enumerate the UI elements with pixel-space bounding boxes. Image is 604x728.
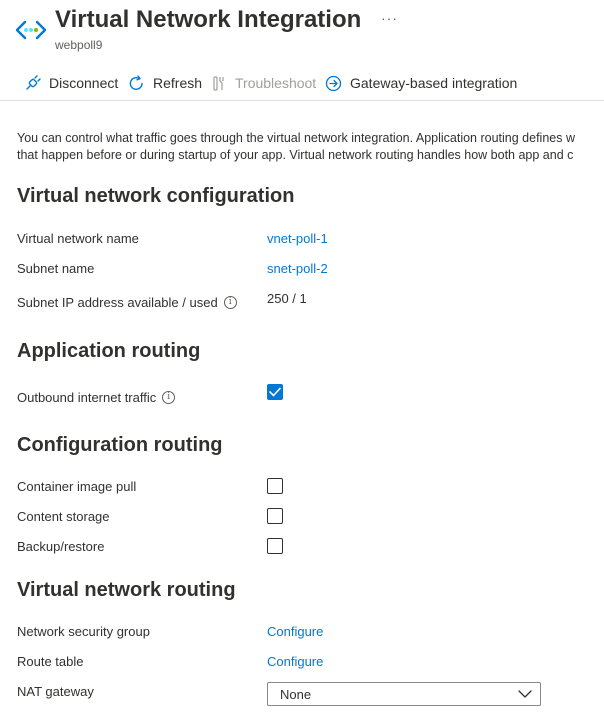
section-configuration-routing: Configuration routing [17, 434, 223, 456]
section-application-routing: Application routing [17, 340, 201, 362]
vnet-name-link[interactable]: vnet-poll-1 [267, 231, 328, 246]
troubleshoot-label: Troubleshoot [235, 75, 317, 91]
vnet-name-label: Virtual network name [17, 231, 139, 246]
refresh-button[interactable]: Refresh [128, 72, 202, 94]
description-line-1: You can control what traffic goes throug… [17, 131, 575, 145]
arrow-circle-icon [325, 75, 342, 91]
gateway-integration-label: Gateway-based integration [350, 75, 518, 91]
content-storage-label: Content storage [17, 509, 110, 524]
plug-icon [26, 74, 41, 90]
disconnect-button[interactable]: Disconnect [24, 72, 118, 94]
container-image-pull-label: Container image pull [17, 479, 137, 494]
more-actions-button[interactable]: ··· [381, 10, 398, 26]
gateway-integration-button[interactable]: Gateway-based integration [325, 72, 517, 94]
toolbar-divider [0, 100, 604, 101]
page-subtitle: webpoll9 [55, 38, 103, 52]
section-vnet-configuration: Virtual network configuration [17, 185, 295, 207]
section-vnet-routing: Virtual network routing [17, 579, 236, 601]
wrench-icon [213, 75, 224, 91]
nat-gateway-dropdown[interactable]: None [267, 682, 541, 706]
description-text: You can control what traffic goes throug… [17, 130, 604, 164]
vnet-integration-icon [15, 18, 47, 42]
troubleshoot-button[interactable]: Troubleshoot [210, 72, 316, 94]
subnet-ip-value: 250 / 1 [267, 291, 307, 306]
nat-gateway-label: NAT gateway [17, 684, 94, 699]
outbound-traffic-checkbox[interactable] [267, 384, 283, 400]
subnet-ip-label: Subnet IP address available / used i [17, 295, 237, 310]
nat-gateway-value: None [280, 686, 312, 702]
refresh-icon [129, 74, 143, 90]
content-storage-checkbox[interactable] [267, 508, 283, 524]
nsg-configure-link[interactable]: Configure [267, 624, 323, 639]
route-table-label: Route table [17, 654, 84, 669]
chevron-down-icon [518, 690, 532, 698]
route-table-configure-link[interactable]: Configure [267, 654, 323, 669]
subnet-name-label: Subnet name [17, 261, 95, 276]
nsg-label: Network security group [17, 624, 150, 639]
disconnect-label: Disconnect [49, 75, 119, 91]
backup-restore-checkbox[interactable] [267, 538, 283, 554]
description-line-2: that happen before or during startup of … [17, 148, 574, 162]
info-icon[interactable]: i [223, 296, 237, 309]
subnet-name-link[interactable]: snet-poll-2 [267, 261, 328, 276]
page-title: Virtual Network Integration [55, 6, 362, 33]
refresh-label: Refresh [153, 75, 203, 91]
info-icon[interactable]: i [162, 391, 176, 404]
outbound-traffic-label: Outbound internet traffic i [17, 390, 176, 405]
container-image-pull-checkbox[interactable] [267, 478, 283, 494]
backup-restore-label: Backup/restore [17, 539, 105, 554]
checkmark-icon [269, 387, 281, 397]
